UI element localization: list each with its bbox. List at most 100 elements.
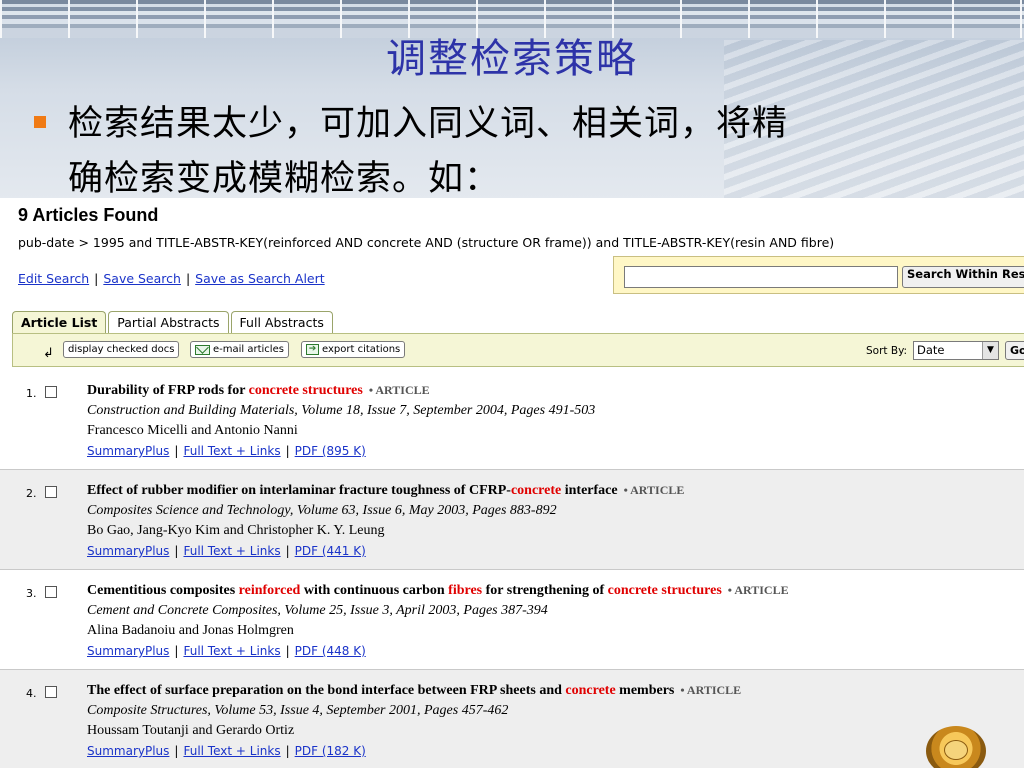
result-links: SummaryPlus | Full Text + Links | PDF (895 K… [87, 444, 366, 458]
pdf-link[interactable]: PDF (448 K) [295, 644, 366, 658]
result-row: 2. Effect of rubber modifier on interlam… [0, 470, 1024, 570]
display-checked-label: display checked docs [68, 344, 175, 355]
tab-partial-abstracts[interactable]: Partial Abstracts [108, 311, 229, 333]
pdf-link[interactable]: PDF (441 K) [295, 544, 366, 558]
summaryplus-link[interactable]: SummaryPlus [87, 644, 169, 658]
results-toolbar: ↲ display checked docs e-mail articles ➔… [12, 333, 1024, 367]
pdf-link[interactable]: PDF (895 K) [295, 444, 366, 458]
article-type: • ARTICLE [368, 383, 430, 397]
email-articles-button[interactable]: e-mail articles [190, 341, 289, 358]
result-number: 3. [26, 587, 37, 600]
slide-header: 调整检索策略 检索结果太少，可加入同义词、相关词，将精 确检索变成模糊检索。如： [0, 0, 1024, 200]
sort-by-value: Date [917, 343, 945, 357]
save-search-link[interactable]: Save Search [103, 271, 181, 286]
highlighted-keyword: fibres [448, 583, 483, 598]
go-button[interactable]: Go [1005, 341, 1024, 360]
export-citations-label: export citations [322, 344, 401, 355]
result-number: 1. [26, 387, 37, 400]
export-icon: ➔ [306, 344, 319, 355]
pdf-link[interactable]: PDF (182 K) [295, 744, 366, 758]
export-citations-button[interactable]: ➔ export citations [301, 341, 406, 358]
title-text: with continuous carbon [300, 583, 449, 598]
lion-face-icon [944, 740, 968, 760]
result-checkbox[interactable] [45, 586, 57, 598]
edit-search-link[interactable]: Edit Search [18, 271, 89, 286]
search-query-text: pub-date > 1995 and TITLE-ABSTR-KEY(rein… [18, 235, 835, 250]
result-body: The effect of surface preparation on the… [87, 680, 1017, 761]
summaryplus-link[interactable]: SummaryPlus [87, 444, 169, 458]
result-number: 2. [26, 487, 37, 500]
result-view-tabs: Article List Partial Abstracts Full Abst… [12, 311, 335, 333]
return-arrow-icon: ↲ [43, 346, 54, 361]
result-authors: Bo Gao, Jang-Kyo Kim and Christopher K. … [87, 523, 385, 538]
result-number: 4. [26, 687, 37, 700]
highlighted-keyword: concrete [510, 483, 562, 498]
result-authors: Houssam Toutanji and Gerardo Ortiz [87, 723, 295, 738]
result-checkbox[interactable] [45, 686, 57, 698]
result-checkbox[interactable] [45, 486, 57, 498]
full-text-link[interactable]: Full Text + Links [183, 444, 280, 458]
article-type: • ARTICLE [727, 583, 789, 597]
tab-full-abstracts[interactable]: Full Abstracts [230, 311, 333, 333]
results-list: 1. Durability of FRP rods for concrete s… [0, 370, 1024, 768]
sort-by-label: Sort By: [866, 345, 908, 357]
result-row: 1. Durability of FRP rods for concrete s… [0, 370, 1024, 470]
bullet-line-1: 检索结果太少，可加入同义词、相关词，将精 [68, 104, 789, 144]
search-actions: Edit Search | Save Search | Save as Search A… [18, 271, 325, 286]
highlighted-keyword: reinforced [238, 583, 301, 598]
title-text: for strengthening of [482, 583, 608, 598]
summaryplus-link[interactable]: SummaryPlus [87, 544, 169, 558]
bullet-line-2: 确检索变成模糊检索。如： [68, 159, 501, 199]
search-within-button[interactable]: Search Within Results [902, 266, 1024, 288]
dropdown-arrow-icon[interactable]: ▼ [982, 342, 998, 359]
result-row: 4. The effect of surface preparation on … [0, 670, 1024, 768]
tab-article-list[interactable]: Article List [12, 311, 107, 333]
search-within-panel: Search Within Results [613, 256, 1024, 294]
save-alert-link[interactable]: Save as Search Alert [195, 271, 324, 286]
result-authors: Francesco Micelli and Antonio Nanni [87, 423, 298, 438]
search-results-screenshot: 9 Articles Found pub-date > 1995 and TIT… [0, 198, 1024, 768]
search-within-input[interactable] [624, 266, 898, 288]
title-text: interface [561, 483, 618, 498]
result-checkbox[interactable] [45, 386, 57, 398]
result-links: SummaryPlus | Full Text + Links | PDF (182 K… [87, 744, 366, 758]
result-title[interactable]: Durability of FRP rods for concrete stru… [87, 380, 1017, 401]
full-text-link[interactable]: Full Text + Links [183, 544, 280, 558]
result-body: Durability of FRP rods for concrete stru… [87, 380, 1017, 461]
lion-mascot-icon [926, 726, 986, 768]
bullet-text: 检索结果太少，可加入同义词、相关词，将精 确检索变成模糊检索。如： [68, 97, 998, 200]
result-title[interactable]: The effect of surface preparation on the… [87, 680, 1017, 701]
article-type: • ARTICLE [623, 483, 685, 497]
result-links: SummaryPlus | Full Text + Links | PDF (448 K… [87, 644, 366, 658]
result-source: Composites Science and Technology, Volum… [87, 503, 557, 518]
full-text-link[interactable]: Full Text + Links [183, 644, 280, 658]
bullet-icon [34, 116, 46, 128]
result-source: Composite Structures, Volume 53, Issue 4… [87, 703, 509, 718]
result-source: Construction and Building Materials, Vol… [87, 403, 596, 418]
result-authors: Alina Badanoiu and Jonas Holmgren [87, 623, 294, 638]
result-title[interactable]: Effect of rubber modifier on interlamina… [87, 480, 1017, 501]
result-body: Effect of rubber modifier on interlamina… [87, 480, 1017, 561]
title-text: Effect of rubber modifier on interlamina… [87, 483, 511, 498]
title-text: Durability of FRP rods for [87, 383, 249, 398]
sort-by-select[interactable]: Date ▼ [913, 341, 999, 360]
highlighted-keyword: concrete structures [248, 383, 363, 398]
result-title[interactable]: Cementitious composites reinforced with … [87, 580, 1017, 601]
result-links: SummaryPlus | Full Text + Links | PDF (441 K… [87, 544, 366, 558]
title-text: The effect of surface preparation on the… [87, 683, 566, 698]
highlighted-keyword: concrete [565, 683, 616, 698]
email-articles-label: e-mail articles [213, 344, 284, 355]
slide-title: 调整检索策略 [386, 36, 638, 82]
results-count-heading: 9 Articles Found [18, 205, 159, 225]
full-text-link[interactable]: Full Text + Links [183, 744, 280, 758]
result-row: 3. Cementitious composites reinforced wi… [0, 570, 1024, 670]
highlighted-keyword: concrete structures [607, 583, 722, 598]
summaryplus-link[interactable]: SummaryPlus [87, 744, 169, 758]
result-source: Cement and Concrete Composites, Volume 2… [87, 603, 548, 618]
result-body: Cementitious composites reinforced with … [87, 580, 1017, 661]
article-type: • ARTICLE [680, 683, 742, 697]
display-checked-button[interactable]: display checked docs [63, 341, 180, 358]
envelope-icon [195, 344, 210, 355]
title-text: members [615, 683, 675, 698]
title-text: Cementitious composites [87, 583, 239, 598]
